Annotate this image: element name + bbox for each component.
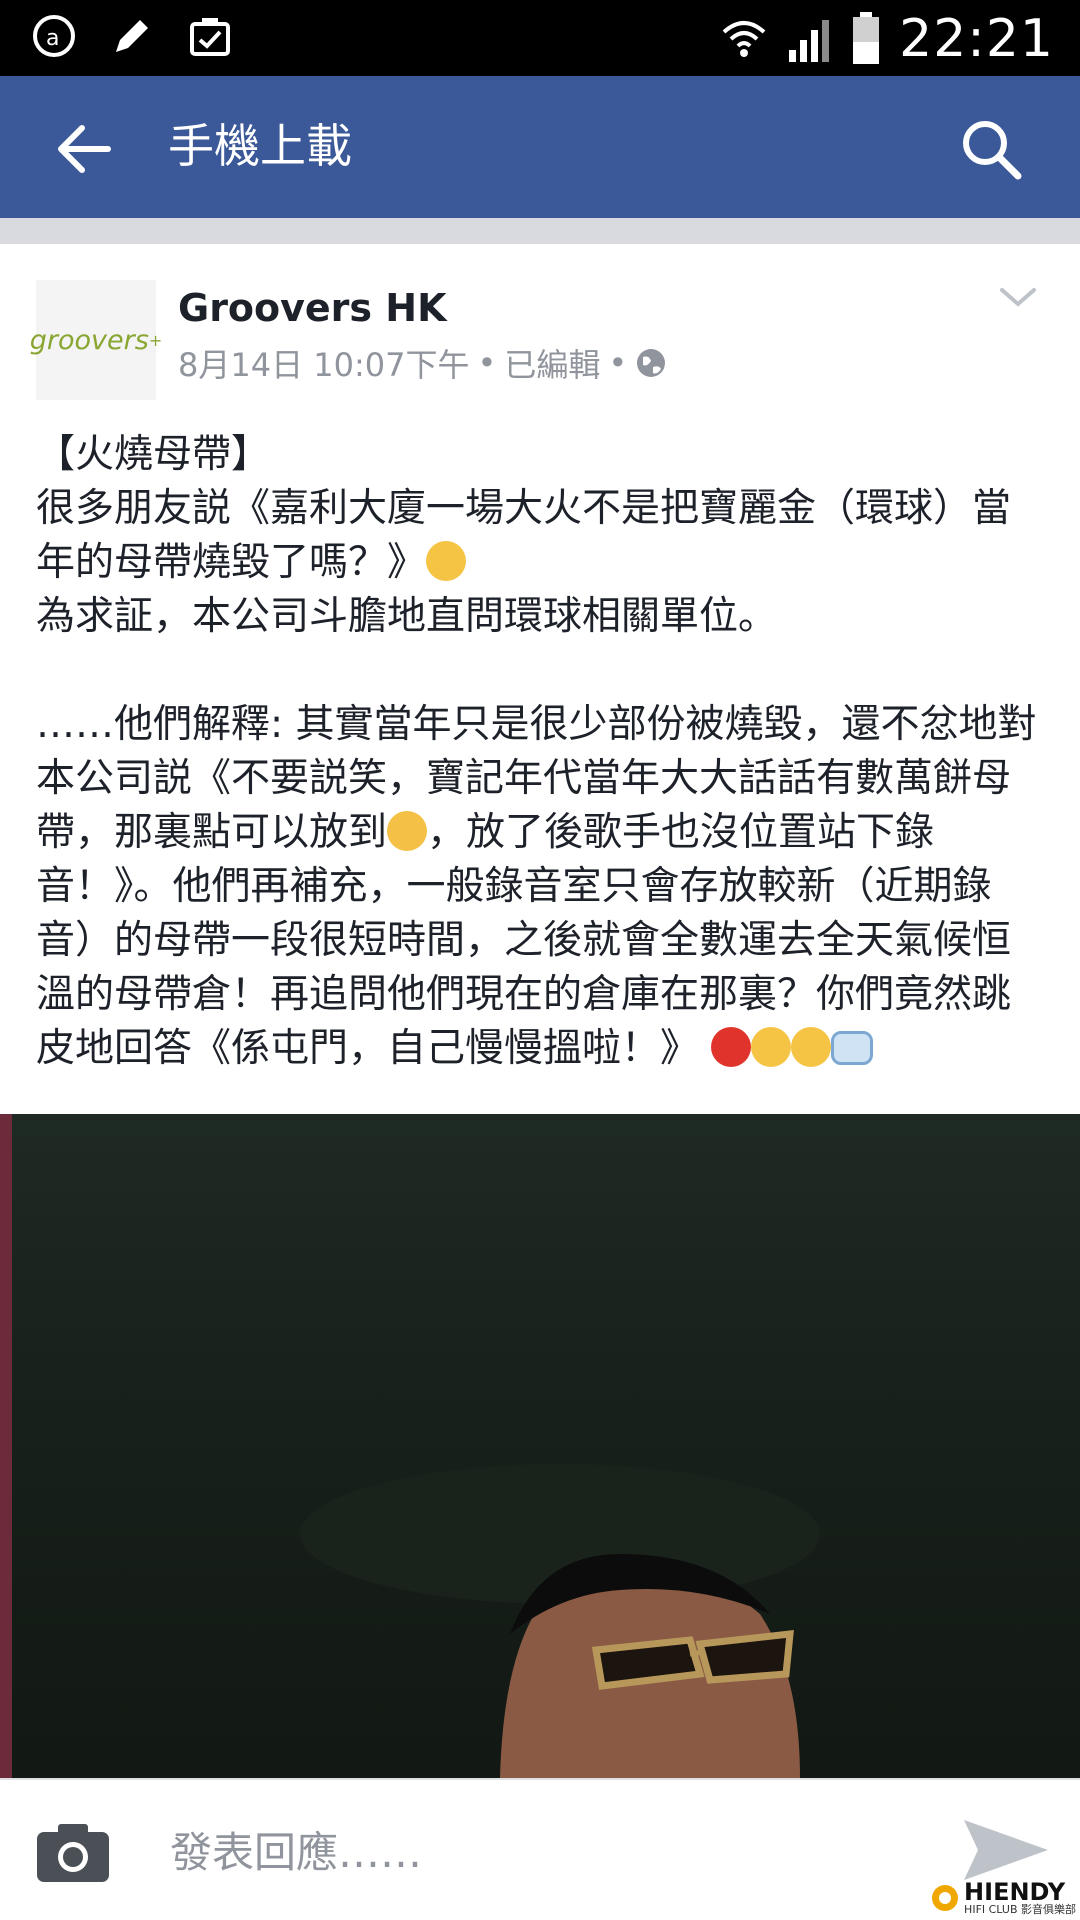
post-meta: 8月14日 10:07下午 • 已編輯 • [178, 340, 667, 386]
watermark-sub: HIFI CLUB 影音俱樂部 [964, 1903, 1076, 1916]
watermark-text: HIENDY HIFI CLUB 影音俱樂部 [964, 1880, 1076, 1916]
scream-emoji-icon [426, 541, 467, 581]
post-text: 【火燒母帶】 很多朋友説《嘉利大廈一場大火不是把寶麗金（環球）當年的母帶燒毀了嗎… [36, 428, 1048, 1076]
post-date[interactable]: 8月14日 10:07下午 [178, 340, 469, 386]
watermark-brand: HIENDY [964, 1878, 1066, 1906]
globe-icon [637, 349, 666, 377]
flushed-face-emoji-icon [751, 1027, 792, 1067]
wifi-icon [722, 21, 766, 57]
post-paragraph: 【火燒母帶】 [36, 432, 271, 477]
avatar-logo-plus: + [148, 330, 163, 350]
angry-face-emoji-icon [387, 811, 428, 851]
notification-app-icon: a [33, 15, 75, 57]
search-icon[interactable] [956, 114, 1026, 184]
arrow-left-icon[interactable] [50, 114, 120, 184]
post-paragraph: 為求証，本公司斗膽地直問環球相關單位。 [36, 594, 778, 639]
meta-separator: • [608, 344, 628, 382]
battery-icon [853, 12, 880, 64]
camera-icon[interactable] [34, 1820, 112, 1884]
cellular-signal-icon [789, 20, 830, 62]
status-bar-time: 22:21 [899, 9, 1054, 69]
pouting-face-emoji-icon [711, 1027, 752, 1067]
pencil-icon [116, 20, 148, 52]
clipboard-check-icon [190, 18, 230, 56]
status-bar: a 22:21 [0, 0, 1080, 76]
post-photo[interactable] [0, 1114, 1080, 1778]
svg-text:a: a [46, 26, 59, 51]
comment-bar: HIENDY HIFI CLUB 影音俱樂部 [0, 1778, 1080, 1920]
post-text-segment: 很多朋友説《嘉利大廈一場大火不是把寶麗金（環球）當年的母帶燒毀了嗎？》 [36, 486, 1012, 585]
avatar[interactable]: groovers + [30, 280, 162, 400]
dizzy-face-emoji-icon [791, 1027, 832, 1067]
status-bar-left: a [30, 12, 234, 60]
post-paragraph: 很多朋友説《嘉利大廈一場大火不是把寶麗金（環球）當年的母帶燒毀了嗎？》 [36, 482, 1048, 590]
avatar-logo-text: groovers [29, 324, 149, 356]
comment-input[interactable] [168, 1816, 932, 1888]
feed-divider [0, 218, 1080, 244]
chevron-down-icon[interactable] [998, 284, 1038, 310]
edited-label[interactable]: 已編輯 [504, 340, 600, 386]
status-bar-right: 22:21 [719, 4, 1054, 74]
site-watermark: HIENDY HIFI CLUB 影音俱樂部 [930, 1880, 1076, 1916]
app-bar: 手機上載 [0, 76, 1080, 218]
hiendy-logo-icon [932, 1885, 959, 1911]
meta-separator: • [477, 344, 497, 382]
post-paragraph: ……他們解釋: 其實當年只是很少部份被燒毀，還不忿地對本公司説《不要説笑，寶記年… [36, 698, 1048, 1076]
photo-person-figure [300, 1464, 820, 1778]
page-name[interactable]: Groovers HK [178, 286, 447, 330]
fist-emoji-icon [831, 1031, 874, 1065]
page-title: 手機上載 [168, 119, 352, 173]
